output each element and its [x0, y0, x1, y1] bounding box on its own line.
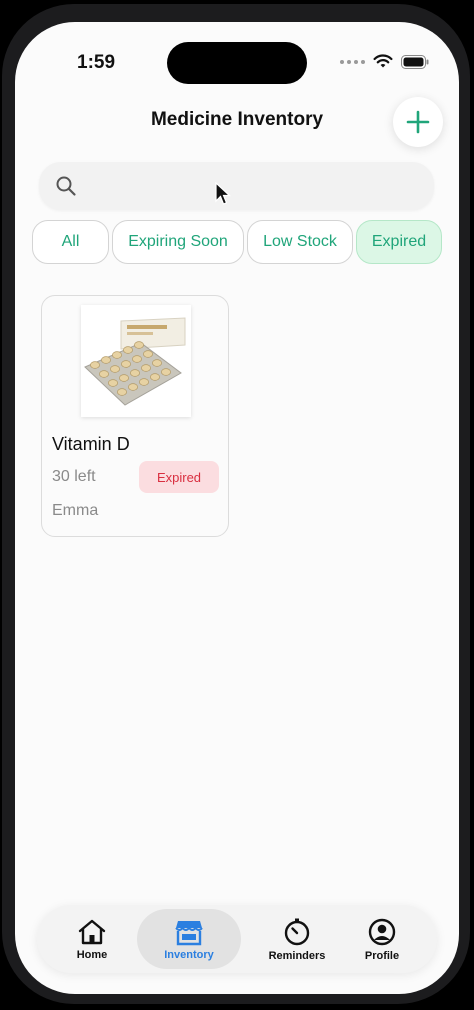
dynamic-island [167, 42, 307, 84]
status-badge: Expired [139, 461, 219, 493]
medicine-card[interactable]: Vitamin D 30 left Expired Emma [41, 295, 229, 537]
medicine-owner: Emma [52, 502, 99, 519]
blister-pack-illustration [84, 317, 186, 406]
search-input[interactable] [89, 162, 423, 212]
tab-reminders[interactable]: Reminders [249, 909, 345, 969]
tab-profile[interactable]: Profile [334, 909, 430, 969]
search-icon [56, 176, 76, 196]
search-bar[interactable] [39, 162, 434, 212]
tab-home[interactable]: Home [44, 909, 140, 969]
tab-profile-label: Profile [364, 949, 400, 962]
filter-expiring-soon[interactable]: Expiring Soon [112, 220, 244, 264]
phone-frame: 1:59 Medicine Inventory All Expiring Soo… [2, 4, 470, 1004]
status-indicators [340, 54, 429, 69]
medicine-quantity: 30 left [52, 468, 96, 485]
wifi-icon [373, 54, 393, 68]
tab-inventory[interactable]: Inventory [137, 909, 241, 969]
app-screen: 1:59 Medicine Inventory All Expiring Soo… [15, 22, 459, 994]
battery-icon [401, 54, 429, 69]
add-medicine-button[interactable] [393, 97, 443, 147]
store-icon [175, 920, 203, 945]
medicine-image [81, 305, 191, 417]
signal-dots-icon [340, 59, 365, 64]
profile-icon [368, 918, 396, 945]
filter-low-stock[interactable]: Low Stock [247, 220, 353, 264]
tab-inventory-label: Inventory [164, 948, 214, 961]
home-icon [78, 919, 106, 944]
mouse-cursor-icon [215, 182, 231, 205]
bottom-tab-bar: Home Inventory Reminders Profile [37, 905, 437, 973]
tab-reminders-label: Reminders [268, 949, 326, 962]
timer-icon [284, 918, 310, 945]
filter-expired[interactable]: Expired [356, 220, 442, 264]
filter-all[interactable]: All [32, 220, 109, 264]
medicine-name: Vitamin D [52, 434, 130, 454]
tab-home-label: Home [76, 948, 108, 961]
status-time: 1:59 [77, 52, 116, 73]
plus-icon [406, 110, 430, 134]
